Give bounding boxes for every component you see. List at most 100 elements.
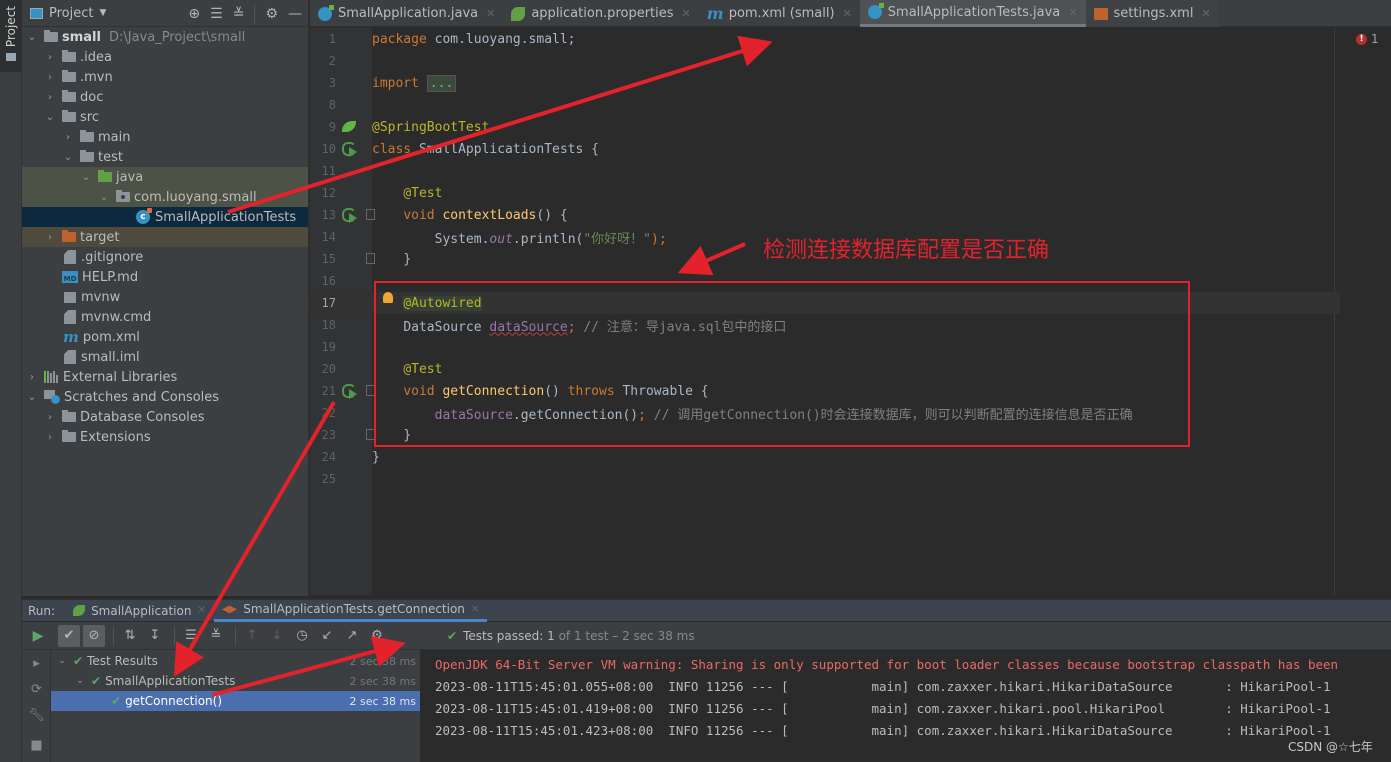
chevron-down-icon[interactable]: ⌄: [26, 32, 38, 43]
tree-item-mvnw-cmd[interactable]: mvnw.cmd: [22, 307, 308, 327]
gear-icon[interactable]: ⚙: [366, 625, 388, 647]
line-number: 19: [321, 340, 336, 354]
project-tool-window-button[interactable]: Project: [0, 0, 22, 72]
chevron-down-icon[interactable]: ⌄: [62, 152, 74, 163]
package-icon: [116, 190, 130, 202]
test-row-selected[interactable]: ✔ getConnection() 2 sec 38 ms: [51, 691, 420, 711]
expand-all-icon[interactable]: ☰: [180, 625, 202, 647]
run-test-icon[interactable]: [342, 208, 357, 223]
tree-item-label: test: [98, 149, 123, 165]
test-row[interactable]: ⌄ ✔ SmallApplicationTests 2 sec 38 ms: [51, 671, 420, 691]
folded-imports[interactable]: ...: [426, 74, 457, 92]
test-row[interactable]: ⌄ ✔ Test Results 2 sec 38 ms: [51, 651, 420, 671]
tab-smallapplicationtests-java[interactable]: SmallApplicationTests.java ✕: [859, 0, 1086, 27]
tree-item-small-iml[interactable]: small.iml: [22, 347, 308, 367]
history-icon[interactable]: ◷: [291, 625, 313, 647]
hide-panel-icon[interactable]: —: [288, 6, 302, 22]
console-line-warning: OpenJDK 64-Bit Server VM warning: Sharin…: [435, 656, 1339, 672]
show-passed-icon[interactable]: ✔: [58, 624, 80, 647]
tree-item-external-libraries[interactable]: › External Libraries: [22, 367, 308, 387]
package-name: com.luoyang.small;: [426, 31, 576, 47]
chevron-right-icon[interactable]: ›: [44, 72, 56, 83]
close-icon[interactable]: ✕: [486, 7, 495, 20]
chevron-down-icon[interactable]: ⌄: [80, 172, 92, 183]
chevron-down-icon[interactable]: ⌄: [26, 392, 38, 403]
collapse-all-icon[interactable]: ≚: [205, 625, 227, 647]
tree-item-extensions[interactable]: › Extensions: [22, 427, 308, 447]
chevron-down-icon[interactable]: ⌄: [73, 676, 87, 686]
tree-item-mvnw[interactable]: mvnw: [22, 287, 308, 307]
tree-item-test[interactable]: ⌄ test: [22, 147, 308, 167]
arrow-up-icon[interactable]: ↑: [241, 625, 263, 647]
code-line: 10 class SmallApplicationTests {: [310, 138, 1340, 160]
tree-item-smallapplicationtests[interactable]: c SmallApplicationTests: [22, 207, 308, 227]
tree-item-package[interactable]: ⌄ com.luoyang.small: [22, 187, 308, 207]
tree-item-mvn[interactable]: › .mvn: [22, 67, 308, 87]
chevron-right-icon[interactable]: ›: [44, 52, 56, 63]
close-icon[interactable]: ✕: [1201, 7, 1210, 20]
fold-marker-icon[interactable]: [366, 253, 375, 264]
tree-item-database-consoles[interactable]: › Database Consoles: [22, 407, 308, 427]
project-view-selector[interactable]: Project: [49, 6, 93, 21]
wrench-icon[interactable]: 🔧︎: [22, 702, 51, 728]
chevron-down-icon[interactable]: ⌄: [44, 112, 56, 123]
close-icon[interactable]: ✕: [1068, 6, 1077, 19]
chevron-right-icon[interactable]: ›: [62, 132, 74, 143]
tab-settings-xml[interactable]: settings.xml ✕: [1085, 0, 1219, 27]
spring-bean-icon[interactable]: [342, 121, 356, 132]
tree-item-main[interactable]: › main: [22, 127, 308, 147]
toggle-auto-test-icon[interactable]: ⟳: [22, 676, 51, 702]
chevron-right-icon[interactable]: ›: [44, 412, 56, 423]
folder-icon: [80, 130, 94, 142]
chevron-right-icon[interactable]: ›: [44, 432, 56, 443]
chevron-down-icon[interactable]: ⌄: [98, 192, 110, 203]
tree-item-doc[interactable]: › doc: [22, 87, 308, 107]
show-ignored-icon[interactable]: ⊘: [83, 624, 105, 647]
chevron-right-icon[interactable]: ›: [26, 372, 38, 383]
test-label: SmallApplicationTests: [105, 674, 236, 688]
run-tab-smallapplication[interactable]: SmallApplication ✕: [65, 600, 214, 622]
rerun-failed-icon[interactable]: ▸: [22, 650, 51, 676]
locate-file-icon[interactable]: ⊕: [188, 6, 200, 22]
keyword: class: [372, 141, 412, 157]
gear-icon[interactable]: ⚙: [265, 6, 278, 22]
tree-item-pom-xml[interactable]: m pom.xml: [22, 327, 308, 347]
export-tests-icon[interactable]: ↗: [341, 625, 363, 647]
chevron-right-icon[interactable]: ›: [44, 92, 56, 103]
run-tab-getconnection[interactable]: ◀▶ SmallApplicationTests.getConnection ✕: [213, 600, 488, 622]
error-indicator[interactable]: ! 1: [1356, 32, 1379, 46]
tab-smallapplication-java[interactable]: SmallApplication.java ✕: [310, 0, 503, 27]
import-tests-icon[interactable]: ↙: [316, 625, 338, 647]
annotation-callout: 检测连接数据库配置是否正确: [763, 238, 1050, 263]
run-test-icon[interactable]: [342, 384, 357, 399]
tab-application-properties[interactable]: application.properties ✕: [503, 0, 698, 27]
expand-all-icon[interactable]: ☰: [210, 6, 223, 22]
tree-item-target[interactable]: › target: [22, 227, 308, 247]
tree-item-help-md[interactable]: MD HELP.md: [22, 267, 308, 287]
arrow-down-icon[interactable]: ↓: [266, 625, 288, 647]
console-output[interactable]: OpenJDK 64-Bit Server VM warning: Sharin…: [422, 650, 1391, 762]
stop-icon[interactable]: ■: [22, 732, 51, 758]
tab-pom-xml[interactable]: m pom.xml (small) ✕: [699, 0, 860, 27]
rerun-icon[interactable]: ▶: [27, 625, 49, 647]
close-icon[interactable]: ✕: [682, 7, 691, 20]
run-test-icon[interactable]: [342, 142, 357, 157]
tree-item-gitignore[interactable]: .gitignore: [22, 247, 308, 267]
chevron-down-icon[interactable]: ▼: [99, 8, 106, 18]
tree-item-scratches[interactable]: ⌄ Scratches and Consoles: [22, 387, 308, 407]
collapse-all-icon[interactable]: ≚: [233, 6, 245, 22]
sort-alpha-icon[interactable]: ⇅: [119, 625, 141, 647]
chevron-right-icon[interactable]: ›: [44, 232, 56, 243]
tree-item-small[interactable]: ⌄ small D:\Java_Project\small: [22, 27, 308, 47]
line-number: 1: [328, 32, 336, 46]
test-duration: 2 sec 38 ms: [349, 654, 416, 668]
sort-duration-icon[interactable]: ↧: [144, 625, 166, 647]
tree-item-idea[interactable]: › .idea: [22, 47, 308, 67]
chevron-down-icon[interactable]: ⌄: [55, 656, 69, 666]
close-icon[interactable]: ✕: [843, 7, 852, 20]
close-icon[interactable]: ✕: [197, 605, 205, 616]
close-icon[interactable]: ✕: [471, 604, 479, 615]
fold-marker-icon[interactable]: [366, 209, 375, 220]
tree-item-src[interactable]: ⌄ src: [22, 107, 308, 127]
tree-item-java[interactable]: ⌄ java: [22, 167, 308, 187]
